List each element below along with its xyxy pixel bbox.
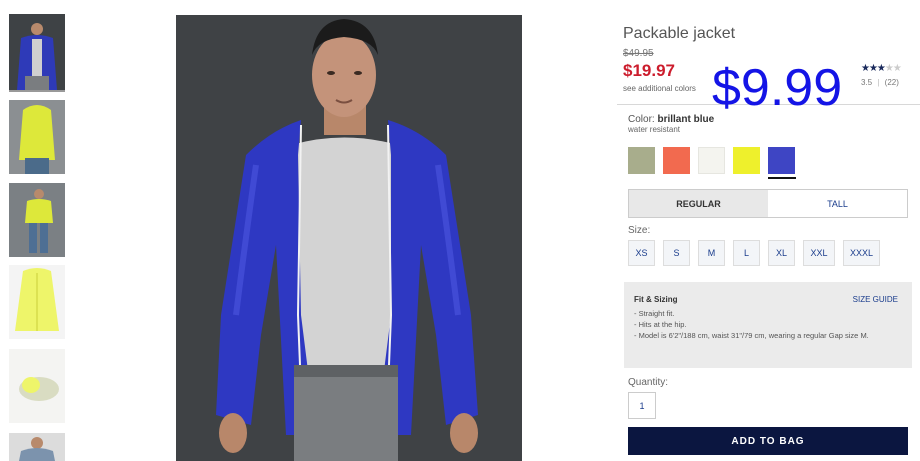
size-label: Size:	[628, 225, 651, 236]
thumb-packed-pouch[interactable]	[9, 349, 65, 423]
size-xxl-button[interactable]: XXL	[803, 240, 835, 266]
quantity-input[interactable]	[628, 392, 656, 419]
fit-bullet: - Straight fit.	[634, 309, 675, 318]
size-m-button[interactable]: M	[698, 240, 725, 266]
thumb-blue-jacket-front[interactable]	[9, 14, 65, 92]
star-icon: ★★★	[861, 63, 886, 74]
product-title: Packable jacket	[623, 25, 736, 42]
main-product-photo	[176, 15, 522, 461]
size-xl-button[interactable]: XL	[768, 240, 795, 266]
sale-price: $19.97	[623, 61, 675, 80]
thumb-yellow-jacket-model[interactable]	[9, 100, 65, 174]
swatch-khaki[interactable]	[628, 147, 655, 174]
star-half-icon: ★★	[884, 63, 902, 74]
rating-separator: |	[877, 78, 880, 87]
swatch-yellow[interactable]	[733, 147, 760, 174]
fit-sizing-title: Fit & Sizing	[634, 295, 678, 304]
thumb-model-partial[interactable]	[9, 433, 65, 461]
rating-summary[interactable]: 3.5 | (22)	[861, 78, 899, 87]
feature-note: water resistant	[628, 125, 681, 134]
tab-tall[interactable]: TALL	[768, 190, 907, 217]
swatch-brilliant-blue[interactable]	[768, 147, 795, 174]
fit-bullet: - Hits at the hip.	[634, 320, 687, 329]
additional-colors-note: see additional colors	[623, 84, 696, 93]
thumb-yellow-jacket-flat[interactable]	[9, 265, 65, 339]
fit-bullet: - Model is 6'2"/188 cm, waist 31"/79 cm,…	[634, 331, 869, 340]
size-guide-link[interactable]: SIZE GUIDE	[853, 295, 898, 304]
thumb-yellow-jacket-full[interactable]	[9, 183, 65, 257]
swatch-white[interactable]	[698, 147, 725, 174]
size-xs-button[interactable]: XS	[628, 240, 655, 266]
quantity-label: Quantity:	[628, 377, 669, 388]
rating-count: (22)	[884, 78, 899, 87]
rating-stars[interactable]: ★★★★★	[861, 63, 902, 74]
rating-value: 3.5	[861, 78, 873, 87]
size-xxxl-button[interactable]: XXXL	[843, 240, 880, 266]
fit-tabs: REGULAR TALL	[628, 189, 908, 218]
tab-regular[interactable]: REGULAR	[629, 190, 768, 217]
size-l-button[interactable]: L	[733, 240, 760, 266]
selected-swatch-indicator	[768, 177, 796, 179]
selected-color-name: brillant blue	[657, 114, 715, 125]
color-label-prefix: Color:	[628, 114, 655, 125]
swatch-coral[interactable]	[663, 147, 690, 174]
size-s-button[interactable]: S	[663, 240, 690, 266]
fit-sizing-box: Fit & Sizing SIZE GUIDE - Straight fit. …	[624, 282, 912, 368]
color-label: Color: brillant blue	[628, 114, 714, 125]
original-price: $49.95	[623, 48, 654, 59]
fit-sizing-list: - Straight fit. - Hits at the hip. - Mod…	[634, 308, 904, 341]
overlay-price-annotation: $9.99	[712, 59, 843, 117]
add-to-bag-button[interactable]: ADD TO BAG	[628, 427, 908, 455]
